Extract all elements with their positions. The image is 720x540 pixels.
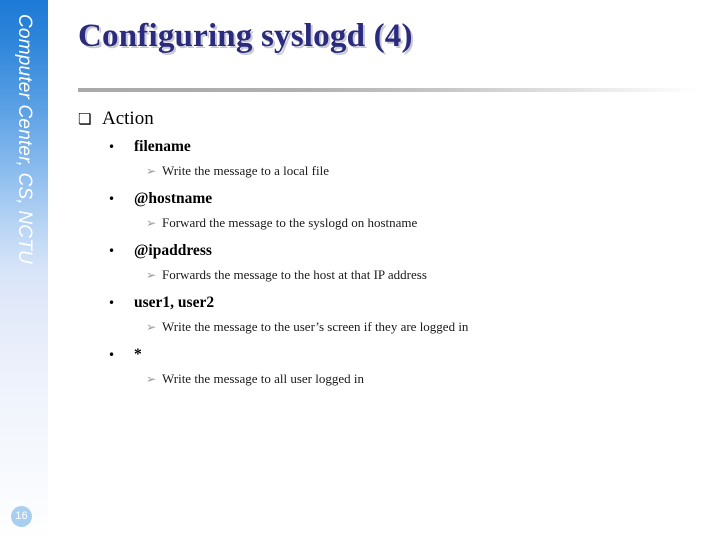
bullet-level3-label: Forward the message to the syslogd on ho… (162, 215, 418, 230)
page-number-badge: 16 (11, 506, 32, 527)
square-bullet-icon: ❏ (78, 110, 92, 128)
bullet-level1-label: Action (102, 108, 154, 129)
bullet-level2-label: @ipaddress (134, 242, 212, 259)
dot-bullet-icon: • (108, 244, 116, 258)
arrow-bullet-icon: ➢ (146, 320, 157, 334)
bullet-level2-label: user1, user2 (134, 294, 215, 311)
bullet-level2-asterisk: • * (78, 344, 698, 366)
bullet-level2-hostname: • @hostname (78, 188, 698, 210)
dot-bullet-icon: • (108, 140, 116, 154)
action-item-group: • user1, user2 ➢ Write the message to th… (78, 292, 698, 338)
bullet-level2-ipaddress: • @ipaddress (78, 240, 698, 262)
arrow-bullet-icon: ➢ (146, 164, 157, 178)
bullet-level3-hostname-detail: ➢ Forward the message to the syslogd on … (78, 212, 698, 234)
slide-title: Configuring syslogd (4) (78, 18, 413, 54)
sidebar: Computer Center, CS, NCTU 16 (0, 0, 48, 540)
slide: Computer Center, CS, NCTU 16 Configuring… (0, 0, 720, 540)
title-divider (78, 88, 698, 92)
dot-bullet-icon: • (108, 192, 116, 206)
bullet-level3-label: Write the message to the user’s screen i… (162, 319, 469, 334)
bullet-level3-label: Write the message to all user logged in (162, 371, 365, 386)
sidebar-vertical-label: Computer Center, CS, NCTU (14, 14, 35, 264)
bullet-level3-label: Forwards the message to the host at that… (162, 267, 427, 282)
bullet-level2-label: filename (134, 138, 191, 155)
bullet-level3-filename-detail: ➢ Write the message to a local file (78, 160, 698, 182)
bullet-level3-ipaddress-detail: ➢ Forwards the message to the host at th… (78, 264, 698, 286)
arrow-bullet-icon: ➢ (146, 268, 157, 282)
bullet-level2-users: • user1, user2 (78, 292, 698, 314)
bullet-level1-action: ❏ Action (78, 108, 698, 130)
bullet-level2-label: @hostname (134, 190, 213, 207)
slide-body: ❏ Action • filename ➢ Write the message … (78, 108, 698, 396)
bullet-level3-label: Write the message to a local file (162, 163, 329, 178)
dot-bullet-icon: • (108, 296, 116, 310)
bullet-level2-label: * (134, 346, 142, 363)
action-item-group: • filename ➢ Write the message to a loca… (78, 136, 698, 182)
dot-bullet-icon: • (108, 348, 116, 362)
bullet-level2-filename: • filename (78, 136, 698, 158)
bullet-level3-asterisk-detail: ➢ Write the message to all user logged i… (78, 368, 698, 390)
bullet-level3-users-detail: ➢ Write the message to the user’s screen… (78, 316, 698, 338)
action-item-group: • @hostname ➢ Forward the message to the… (78, 188, 698, 234)
action-item-group: • @ipaddress ➢ Forwards the message to t… (78, 240, 698, 286)
action-item-group: • * ➢ Write the message to all user logg… (78, 344, 698, 390)
arrow-bullet-icon: ➢ (146, 372, 157, 386)
arrow-bullet-icon: ➢ (146, 216, 157, 230)
